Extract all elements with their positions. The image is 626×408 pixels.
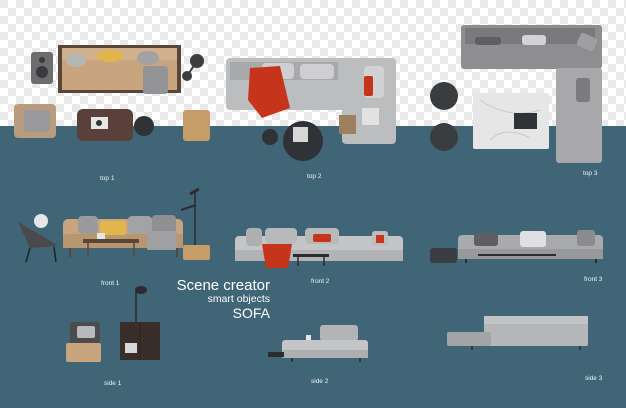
preview-canvas: top 1 top 2 top 3 front 1 front 2 front … [0, 0, 626, 408]
title-line-2: smart objects [207, 293, 270, 305]
sectional-sofa-side [447, 316, 588, 350]
promo-title: Scene creator smart objects SOFA [160, 278, 270, 320]
label-side2: side 2 [311, 378, 329, 385]
label-top1: top 1 [100, 175, 115, 182]
side3-scene [447, 316, 588, 350]
label-front2: front 2 [311, 278, 330, 285]
label-top2: top 2 [307, 173, 322, 180]
label-side1: side 1 [104, 380, 122, 387]
label-side3: side 3 [585, 375, 603, 382]
label-front1: front 1 [101, 280, 120, 287]
label-top3: top 3 [583, 170, 598, 177]
title-line-1: Scene creator [176, 277, 270, 294]
label-front3: front 3 [584, 276, 603, 283]
title-line-3: SOFA [232, 304, 270, 321]
